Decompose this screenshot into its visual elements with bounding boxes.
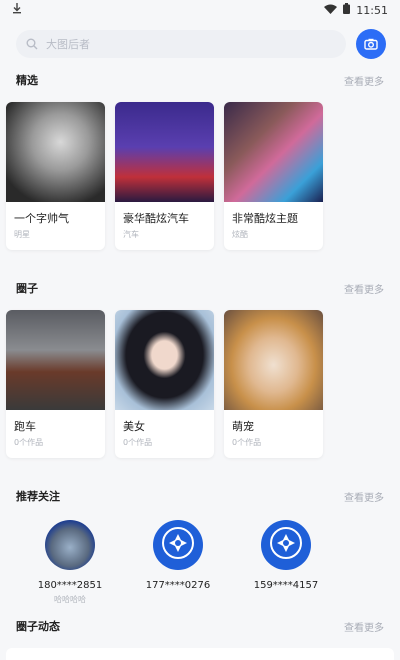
card-subtitle: 0个作品 [232,438,262,447]
avatar [153,520,203,570]
card-title: 豪华酷炫汽车 [123,212,189,225]
user-item[interactable]: 177****0276 [124,520,232,604]
circle-card[interactable]: 跑车 0个作品 [6,310,105,458]
featured-card[interactable]: 非常酷炫主题 炫酷 [224,102,323,250]
view-more-link[interactable]: 查看更多 [344,619,384,634]
card-image [224,310,323,410]
circles-section-header: 圈子 查看更多 [0,280,400,296]
section-title: 精选 [16,74,38,87]
default-avatar-icon [269,526,303,564]
user-item[interactable]: 180****2851 哈哈哈哈 [16,520,124,604]
search-bar[interactable] [16,30,346,58]
circle-card[interactable]: 美女 0个作品 [115,310,214,458]
card-subtitle: 汽车 [123,230,139,239]
featured-card[interactable]: 豪华酷炫汽车 汽车 [115,102,214,250]
avatar [261,520,311,570]
featured-section-header: 精选 查看更多 [0,72,400,88]
card-title: 非常酷炫主题 [232,212,298,225]
status-time: 11:51 [356,3,388,17]
search-input[interactable] [46,37,336,51]
card-image [115,102,214,202]
section-title: 推荐关注 [16,490,60,503]
view-more-link[interactable]: 查看更多 [344,281,384,296]
user-item[interactable]: 159****4157 [232,520,340,604]
feed-card-partial[interactable] [6,648,394,660]
feed-section-header: 圈子动态 查看更多 [0,618,400,634]
card-title: 美女 [123,420,145,433]
download-icon [12,3,22,17]
card-image [6,310,105,410]
card-subtitle: 炫酷 [232,230,248,239]
battery-icon [343,3,351,17]
card-subtitle: 0个作品 [123,438,153,447]
featured-cards: 一个字帅气 明星 豪华酷炫汽车 汽车 非常酷炫主题 炫酷 [0,102,400,250]
user-name: 180****2851 [37,580,103,591]
card-title: 萌宠 [232,420,254,433]
circles-cards: 跑车 0个作品 美女 0个作品 萌宠 0个作品 [0,310,400,458]
view-more-link[interactable]: 查看更多 [344,489,384,504]
card-image [224,102,323,202]
recommended-section-header: 推荐关注 查看更多 [0,488,400,504]
status-bar: 11:51 [0,0,400,20]
card-image [115,310,214,410]
section-title: 圈子 [16,282,38,295]
view-more-link[interactable]: 查看更多 [344,73,384,88]
card-image [6,102,105,202]
circle-card[interactable]: 萌宠 0个作品 [224,310,323,458]
user-signature: 哈哈哈哈 [54,595,86,604]
avatar [45,520,95,570]
wifi-icon [324,4,338,17]
default-avatar-icon [161,526,195,564]
card-subtitle: 0个作品 [14,438,44,447]
user-name: 159****4157 [253,580,319,591]
camera-button[interactable] [356,29,386,59]
recommended-users: 180****2851 哈哈哈哈 177****0276 159****4157 [0,520,400,604]
camera-icon [364,35,378,54]
search-icon [26,35,38,54]
featured-card[interactable]: 一个字帅气 明星 [6,102,105,250]
section-title: 圈子动态 [16,620,60,633]
card-title: 跑车 [14,420,36,433]
search-row [0,20,400,62]
card-subtitle: 明星 [14,230,30,239]
card-title: 一个字帅气 [14,212,69,225]
user-name: 177****0276 [145,580,211,591]
